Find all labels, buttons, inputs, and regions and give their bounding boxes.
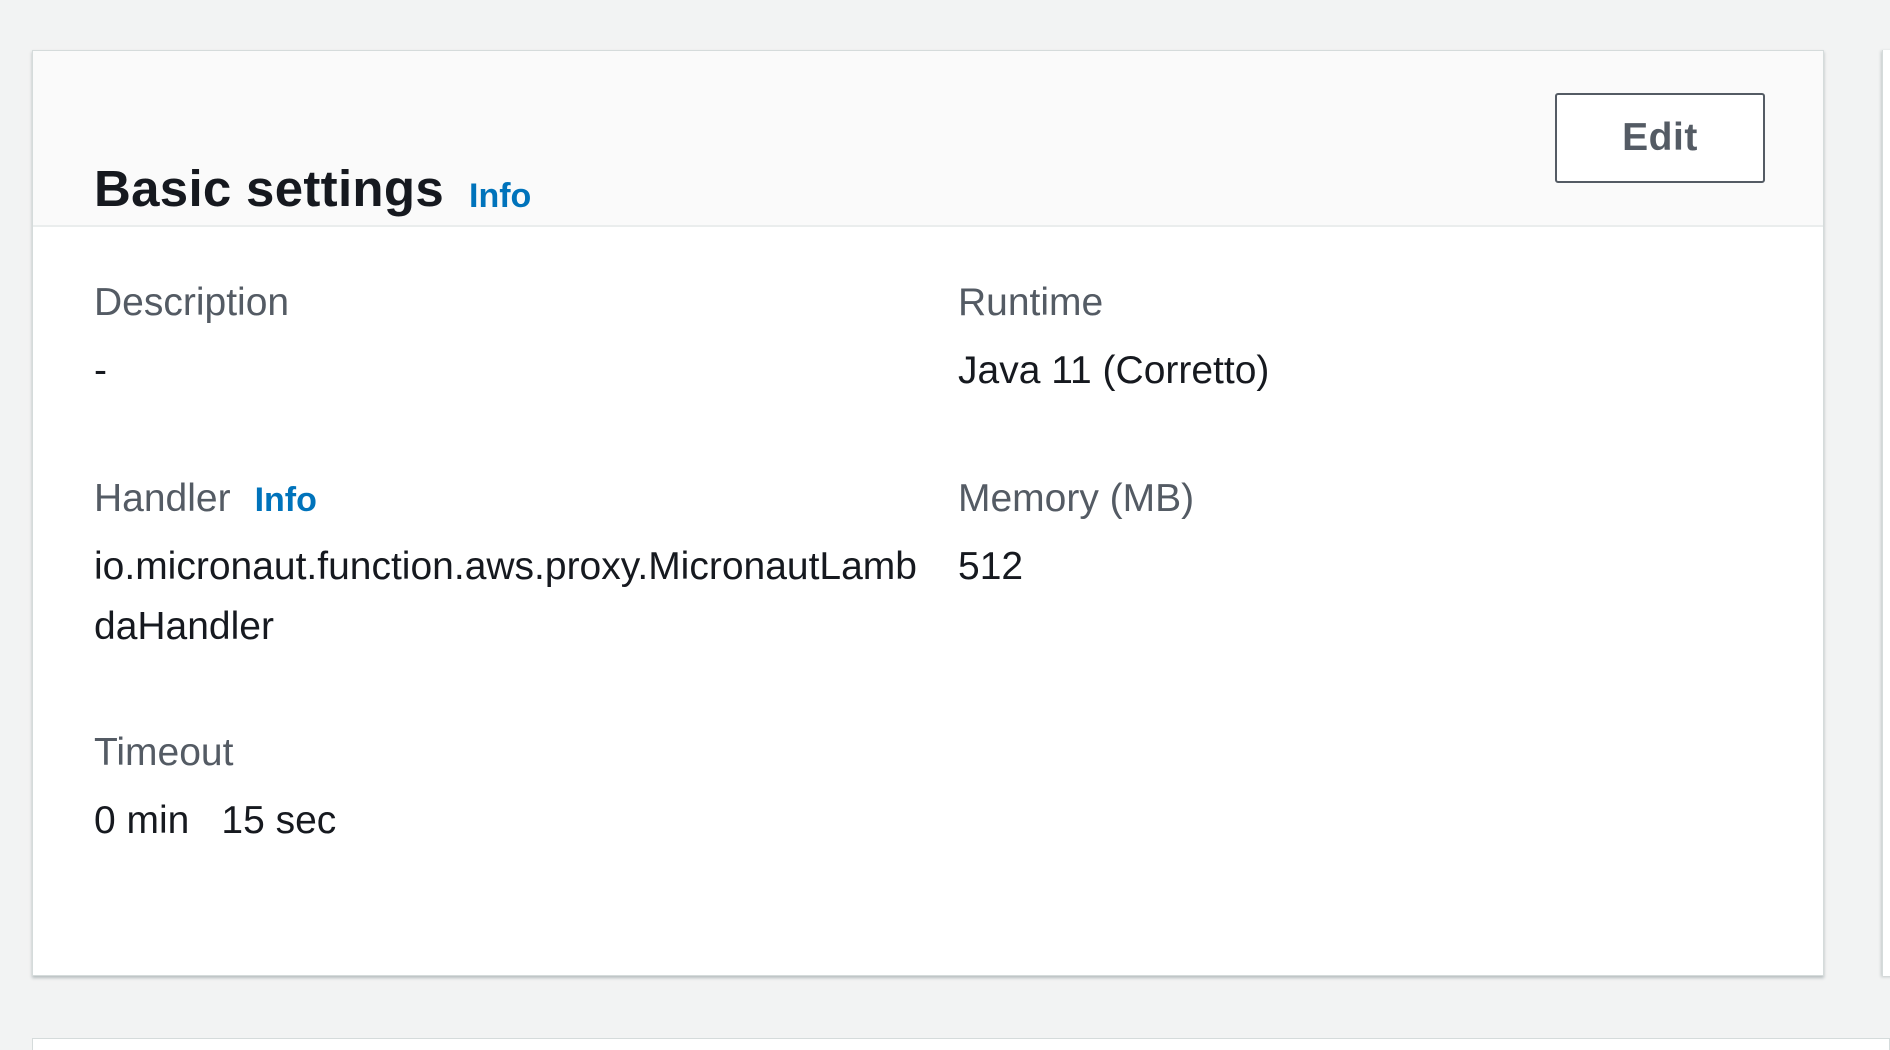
panel-header: Basic settings Info Edit bbox=[33, 51, 1823, 227]
memory-label: Memory (MB) bbox=[958, 477, 1195, 520]
timeout-label: Timeout bbox=[94, 731, 234, 774]
description-field: Description - bbox=[94, 281, 289, 401]
edit-button[interactable]: Edit bbox=[1555, 93, 1765, 183]
memory-field: Memory (MB) 512 bbox=[958, 477, 1194, 597]
runtime-label: Runtime bbox=[958, 281, 1104, 324]
handler-value: io.micronaut.function.aws.proxy.Micronau… bbox=[94, 545, 917, 648]
runtime-field: Runtime Java 11 (Corretto) bbox=[958, 281, 1269, 401]
adjacent-panel-edge bbox=[1882, 50, 1890, 976]
handler-field: Handler Info io.micronaut.function.aws.pr… bbox=[94, 477, 924, 657]
next-panel-edge bbox=[32, 1038, 1890, 1050]
handler-label-row: Handler Info bbox=[94, 477, 924, 521]
timeout-minutes: 0 min bbox=[94, 799, 190, 842]
panel-title: Basic settings bbox=[94, 160, 444, 217]
handler-label: Handler bbox=[94, 477, 231, 520]
timeout-field: Timeout 0 min 15 sec bbox=[94, 731, 336, 851]
page: Basic settings Info Edit Description - R… bbox=[0, 0, 1890, 1050]
memory-value: 512 bbox=[958, 545, 1024, 588]
description-label: Description bbox=[94, 281, 290, 324]
basic-settings-panel: Basic settings Info Edit Description - R… bbox=[32, 50, 1824, 976]
timeout-seconds: 15 sec bbox=[221, 799, 337, 842]
runtime-value: Java 11 (Corretto) bbox=[958, 349, 1270, 392]
basic-settings-info-link[interactable]: Info bbox=[469, 177, 531, 216]
description-value: - bbox=[94, 349, 107, 392]
timeout-value: 0 min 15 sec bbox=[94, 791, 336, 851]
handler-info-link[interactable]: Info bbox=[255, 481, 317, 519]
